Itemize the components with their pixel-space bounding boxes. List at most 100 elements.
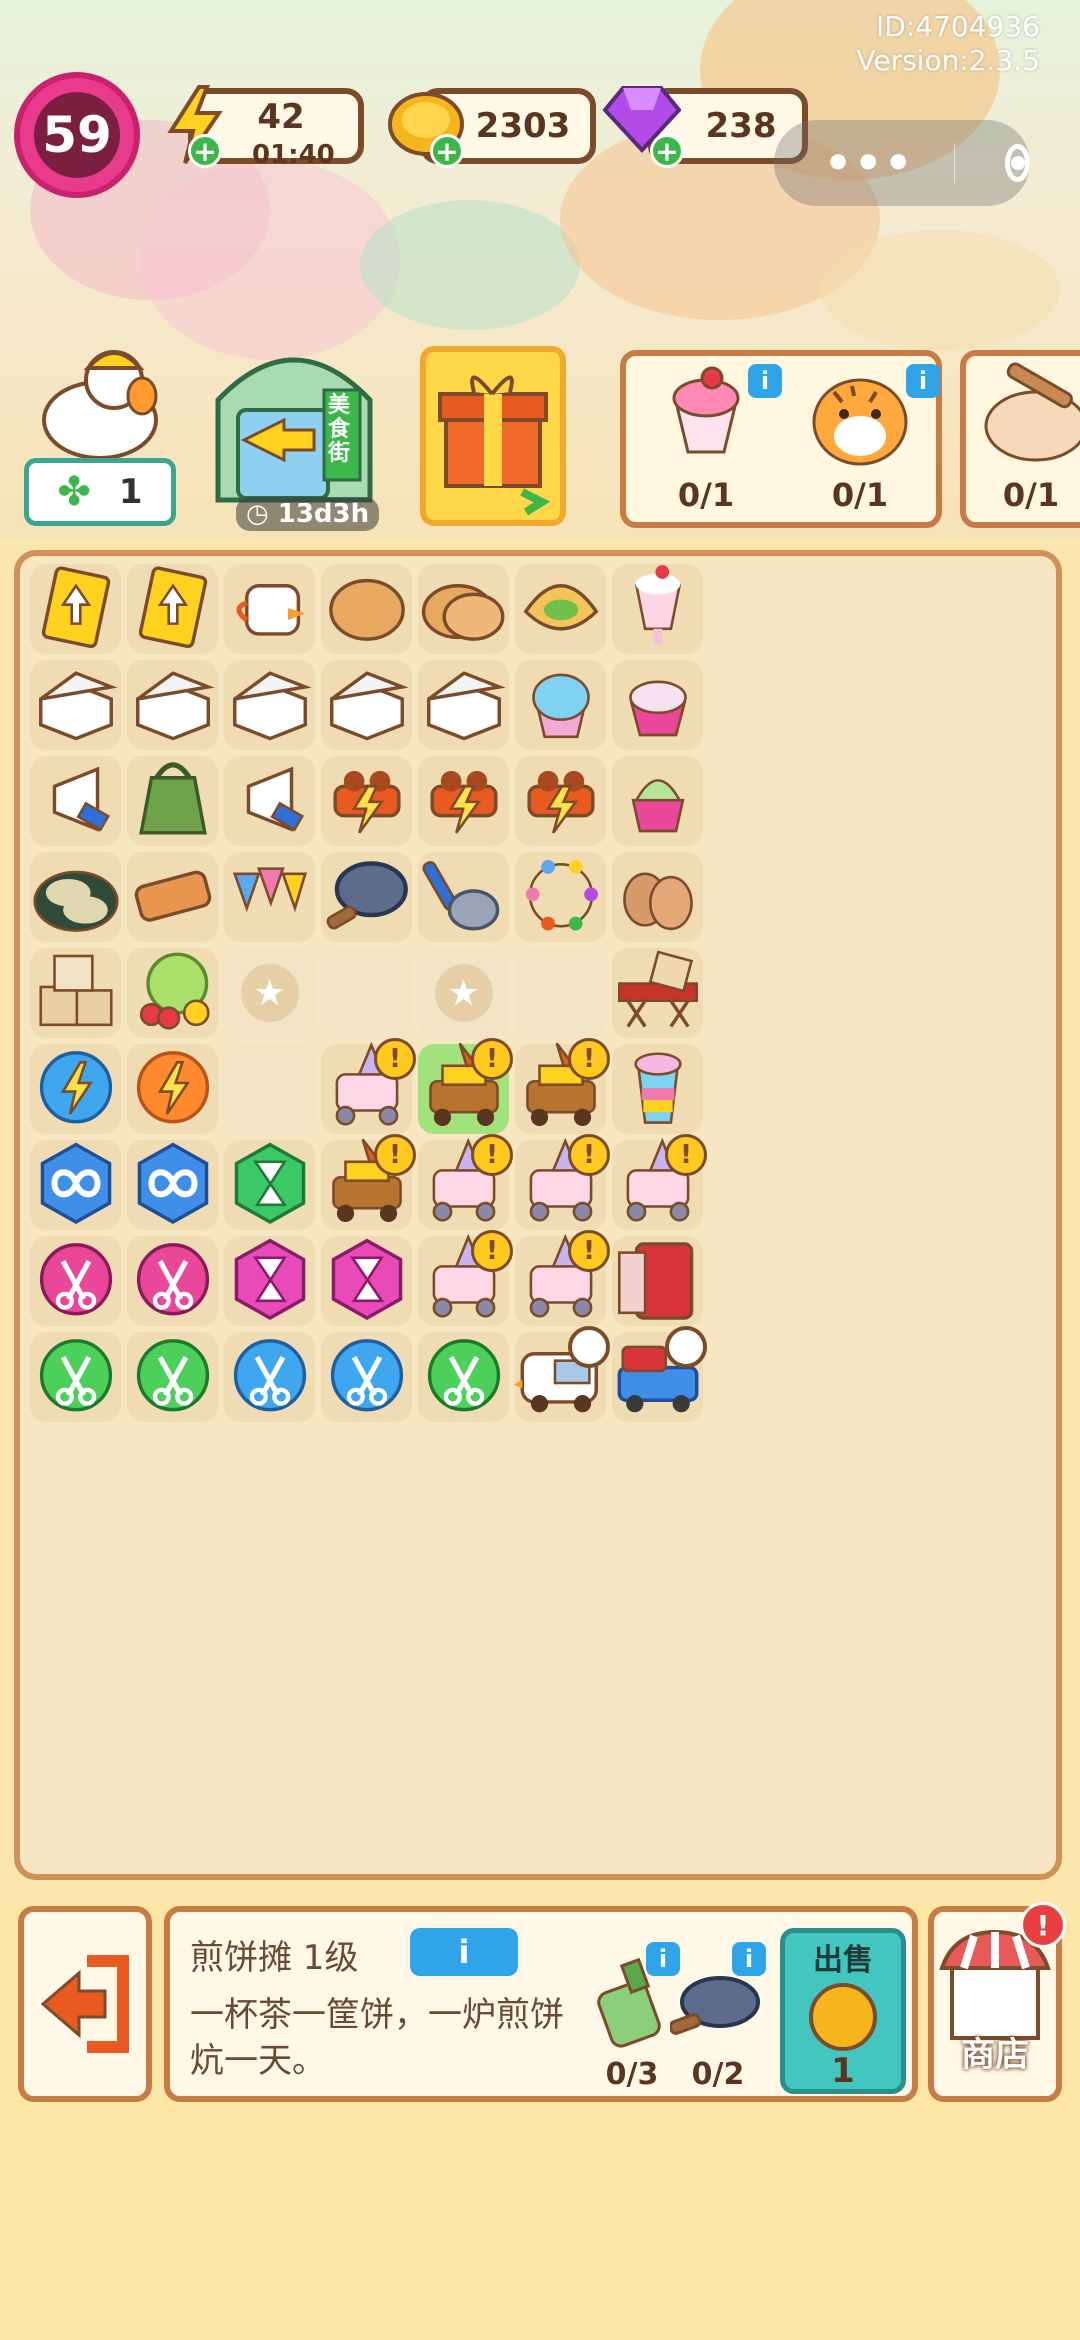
close-target-icon[interactable] [1005, 144, 1030, 182]
board-cell[interactable] [418, 948, 509, 1038]
board-cell[interactable] [224, 564, 315, 654]
board-cell[interactable]: ! [321, 1134, 416, 1230]
item-info-button[interactable]: i [410, 1928, 518, 1976]
board-cell[interactable]: ! [321, 1038, 416, 1134]
order-panel[interactable]: 0/1 i 0/1 i [620, 350, 942, 528]
board-cell[interactable] [127, 660, 218, 750]
add-energy-icon[interactable]: + [188, 134, 222, 168]
add-coins-icon[interactable]: + [430, 134, 464, 168]
board-cell[interactable] [612, 660, 703, 750]
board-cell[interactable] [127, 1140, 218, 1230]
board-cell[interactable] [612, 852, 703, 942]
board-cell[interactable]: ! [515, 1230, 610, 1326]
clover-counter[interactable]: ✤ 1 [24, 458, 176, 526]
order-count: 0/1 [831, 476, 889, 514]
board-cell[interactable] [30, 948, 121, 1038]
gift-box-button[interactable] [420, 346, 566, 526]
board-cell[interactable] [224, 1044, 315, 1134]
board-cell[interactable] [30, 1236, 121, 1326]
merge-board[interactable]: !!!!!!!!! [14, 550, 1062, 1880]
board-cell[interactable] [612, 756, 703, 846]
board-cell[interactable] [224, 852, 315, 942]
sell-button[interactable]: 出售 1 [780, 1928, 906, 2094]
ice-cream-cup-icon [610, 656, 705, 754]
alert-badge-icon: ! [374, 1134, 416, 1176]
board-cell[interactable] [612, 948, 703, 1038]
board-cell[interactable] [515, 948, 606, 1038]
board-cell[interactable] [224, 948, 315, 1038]
board-cell[interactable]: ! [418, 1230, 513, 1326]
board-cell[interactable] [515, 756, 606, 846]
food-street-gate[interactable]: 美食街 [204, 330, 384, 520]
board-cell[interactable] [127, 948, 218, 1038]
board-cell[interactable] [612, 564, 703, 654]
board-cell[interactable] [127, 756, 218, 846]
order-panel-next[interactable]: 0/1 [960, 350, 1080, 528]
board-cell[interactable] [127, 1236, 218, 1326]
shop-label: 商店 [961, 2035, 1029, 2075]
board-cell[interactable] [224, 1236, 315, 1326]
energy-orb-orange-icon [125, 1040, 220, 1138]
board-cell[interactable]: ! [515, 1038, 610, 1134]
scissors-pink-icon [28, 1232, 123, 1330]
board-cell[interactable] [321, 756, 412, 846]
camp-table-icon [610, 944, 705, 1042]
board-cell[interactable] [321, 1332, 412, 1422]
board-cell[interactable] [418, 852, 509, 942]
board-cell[interactable] [418, 756, 509, 846]
build-info: ID:4704936 Version:2.3.5 [856, 10, 1040, 78]
board-cell[interactable]: ! [612, 1134, 707, 1230]
board-cell[interactable] [30, 852, 121, 942]
board-cell[interactable] [513, 1326, 610, 1422]
board-cell[interactable] [418, 660, 509, 750]
more-icon[interactable]: ••• [824, 138, 914, 189]
board-cell[interactable] [224, 1332, 315, 1422]
duck-mug-icon [222, 560, 317, 658]
level-badge[interactable]: 59 [14, 72, 140, 198]
board-cell[interactable] [127, 564, 218, 654]
board-cell[interactable] [30, 756, 121, 846]
board-cell[interactable] [321, 1236, 412, 1326]
board-cell[interactable] [515, 660, 606, 750]
shop-button[interactable]: 商店 ! [928, 1902, 1066, 2102]
order-info-icon[interactable]: i [748, 364, 782, 398]
board-cell[interactable] [321, 852, 412, 942]
worker-duck-icon[interactable] [30, 340, 170, 460]
mini-program-capsule[interactable]: ••• [774, 120, 1030, 206]
coin-icon [809, 1983, 877, 2051]
board-cell[interactable] [127, 1044, 218, 1134]
board-cell[interactable] [418, 1332, 509, 1422]
boxes-icon [28, 944, 123, 1042]
add-gems-icon[interactable]: + [650, 134, 684, 168]
board-cell[interactable] [127, 852, 218, 942]
exit-button[interactable] [18, 1906, 152, 2102]
board-cell[interactable]: ! [418, 1134, 513, 1230]
order-item[interactable]: 0/1 [966, 362, 1080, 522]
board-cell[interactable] [612, 1326, 707, 1422]
board-cell[interactable] [30, 1332, 121, 1422]
board-cell[interactable] [321, 660, 412, 750]
board-cell[interactable] [515, 564, 606, 654]
board-cell[interactable] [515, 852, 606, 942]
board-cell[interactable] [418, 564, 509, 654]
board-cell[interactable] [30, 1140, 121, 1230]
board-cell[interactable]: ! [515, 1134, 610, 1230]
board-cell[interactable] [224, 1140, 315, 1230]
requirement-info-icon[interactable]: i [732, 1942, 766, 1976]
board-cell[interactable] [612, 1044, 703, 1134]
rainbow-drink-icon [610, 1040, 705, 1138]
board-cell[interactable] [321, 564, 412, 654]
fridge-icon [610, 1232, 705, 1330]
requirement-count: 0/2 [691, 2057, 745, 2092]
board-cell[interactable] [30, 564, 121, 654]
board-cell[interactable]: ! [418, 1038, 513, 1134]
board-cell[interactable] [224, 756, 315, 846]
board-cell[interactable] [224, 660, 315, 750]
board-cell[interactable] [321, 948, 412, 1038]
order-info-icon[interactable]: i [906, 364, 940, 398]
board-cell[interactable] [30, 660, 121, 750]
board-cell[interactable] [612, 1236, 703, 1326]
board-cell[interactable] [30, 1044, 121, 1134]
level-number: 59 [34, 92, 120, 178]
board-cell[interactable] [127, 1332, 218, 1422]
